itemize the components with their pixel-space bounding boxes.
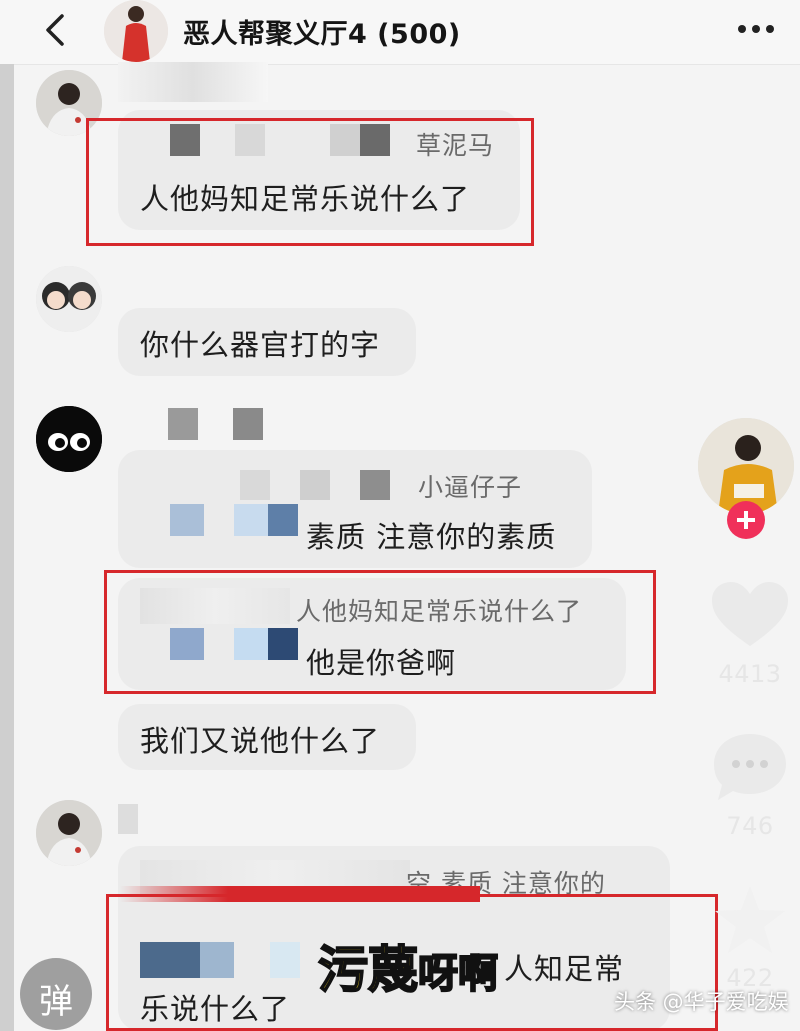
group-avatar[interactable] xyxy=(104,0,168,62)
more-options-icon[interactable] xyxy=(736,24,776,34)
blurred-sender-name xyxy=(118,406,268,442)
back-arrow-icon[interactable] xyxy=(38,12,74,48)
comment-icon[interactable] xyxy=(710,730,790,806)
subtitle-part2: 呀啊 xyxy=(417,950,499,998)
quote-sender-name: 小逼仔子 xyxy=(418,473,523,502)
message-text: 我们又说他什么了 xyxy=(140,724,381,758)
blurred-quote-avatar xyxy=(140,500,300,540)
subtitle-part1: 污蔑 xyxy=(317,940,419,1000)
star-favorite-icon[interactable] xyxy=(712,884,788,956)
blurred-sender-name xyxy=(118,804,138,834)
quote-text: 素质 注意你的素质 xyxy=(306,520,557,554)
heart-icon[interactable] xyxy=(710,580,790,650)
comment-count: 746 xyxy=(726,812,774,840)
highlight-box xyxy=(86,118,534,246)
group-title: 恶人帮聚义厅4 (500) xyxy=(183,19,461,50)
video-subtitle: 污蔑呀啊 xyxy=(317,930,499,1002)
highlight-box xyxy=(104,570,656,694)
blurred-sender-name xyxy=(118,62,268,102)
watermark: 头条 @华子爱吃娱 xyxy=(614,990,789,1014)
follow-plus-icon[interactable] xyxy=(726,500,766,540)
like-count: 4413 xyxy=(718,660,782,688)
danmaku-label: 弹 xyxy=(39,982,73,1022)
left-edge xyxy=(0,64,14,1031)
chat-header: 恶人帮聚义厅4 (500) xyxy=(0,0,800,65)
message-text: 你什么器官打的字 xyxy=(140,328,381,362)
avatar[interactable] xyxy=(36,406,102,472)
danmaku-button[interactable]: 弹 xyxy=(20,958,92,1030)
avatar[interactable] xyxy=(36,266,102,332)
avatar[interactable] xyxy=(36,800,102,866)
